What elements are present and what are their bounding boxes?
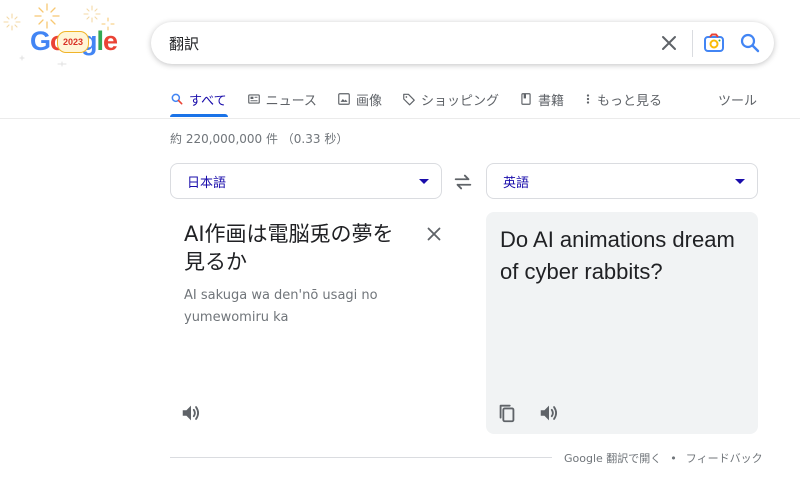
swap-icon — [454, 174, 472, 190]
tab-label: ニュース — [265, 93, 317, 109]
tab-label: すべて — [189, 93, 227, 109]
source-text[interactable]: AI作画は電脳兎の夢を見るか — [184, 220, 404, 276]
speaker-icon — [540, 405, 558, 421]
tab-label: もっと見る — [596, 93, 662, 109]
book-icon — [521, 93, 531, 105]
close-icon — [427, 227, 441, 241]
search-box — [151, 22, 774, 64]
tab-label: 画像 — [355, 93, 382, 109]
tab-label: ショッピング — [420, 93, 499, 109]
target-panel: Do AI animations dream of cyber rabbits? — [486, 212, 758, 434]
search-button[interactable] — [738, 31, 762, 55]
footer-separator: • — [670, 451, 677, 465]
doodle-badge: 2023 — [57, 31, 89, 53]
clear-source-button[interactable] — [423, 223, 445, 245]
chevron-down-icon — [735, 178, 745, 184]
google-lens-button[interactable] — [702, 31, 726, 55]
result-stats: 約 220,000,000 件 （0.33 秒） — [170, 132, 349, 146]
tab-label: 書籍 — [537, 93, 564, 109]
target-language-select[interactable]: 英語 — [486, 163, 758, 199]
listen-translation-button[interactable] — [538, 402, 560, 424]
search-icon — [740, 33, 760, 53]
open-in-translate-link[interactable]: Google 翻訳で開く — [564, 450, 661, 466]
logo-letter: e — [103, 26, 118, 56]
tab-more[interactable]: もっと見る — [584, 89, 662, 109]
clear-search-button[interactable] — [657, 31, 681, 55]
image-icon — [338, 93, 350, 105]
more-vert-icon — [586, 94, 590, 104]
active-tab-indicator — [170, 114, 228, 117]
camera-icon — [704, 33, 724, 52]
translate-footer: Google 翻訳で開く • フィードバック — [564, 450, 763, 466]
close-icon — [662, 36, 676, 50]
google-doodle[interactable]: Google 2023 — [0, 0, 140, 90]
listen-source-button[interactable] — [180, 402, 202, 424]
speaker-icon — [182, 405, 200, 421]
header-divider — [0, 118, 800, 119]
tab-news[interactable]: ニュース — [247, 89, 317, 109]
news-icon — [247, 94, 260, 104]
search-input[interactable] — [169, 32, 629, 54]
tab-all[interactable]: すべて — [170, 89, 227, 109]
footer-divider — [170, 457, 552, 458]
feedback-link[interactable]: フィードバック — [686, 450, 763, 466]
tab-shopping[interactable]: ショッピング — [402, 89, 499, 109]
search-box-divider — [692, 30, 693, 57]
tools-button[interactable]: ツール — [718, 89, 757, 109]
source-language-select[interactable]: 日本語 — [170, 163, 442, 199]
search-tabs: すべて ニュース 画像 ショッピング 書籍 もっと見る — [170, 89, 682, 119]
tab-books[interactable]: 書籍 — [519, 89, 564, 109]
tag-icon — [403, 93, 415, 106]
swap-languages-button[interactable] — [452, 171, 474, 193]
logo-letter: G — [30, 26, 51, 56]
search-icon — [171, 93, 183, 105]
source-language-label: 日本語 — [187, 175, 227, 191]
translated-text: Do AI animations dream of cyber rabbits? — [500, 227, 735, 284]
source-romanization: AI sakuga wa den'nō usagi no yumewomiru … — [184, 288, 378, 325]
tab-images[interactable]: 画像 — [337, 89, 382, 109]
target-language-label: 英語 — [503, 175, 530, 191]
copy-icon — [499, 404, 515, 423]
copy-translation-button[interactable] — [496, 402, 518, 424]
source-panel: AI作画は電脳兎の夢を見るか AI sakuga wa den'nō usagi… — [170, 212, 442, 434]
chevron-down-icon — [419, 178, 429, 184]
